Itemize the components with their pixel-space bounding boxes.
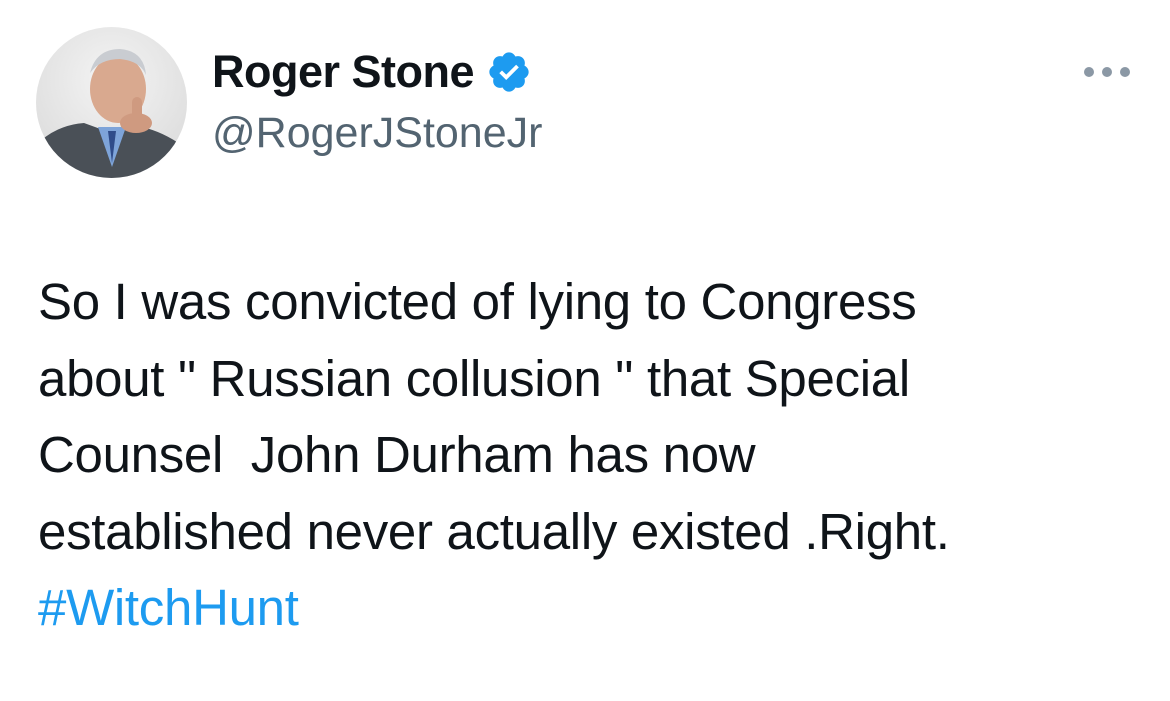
hashtag-link[interactable]: #WitchHunt [38, 570, 1148, 647]
avatar[interactable] [36, 27, 187, 178]
profile-photo-icon [36, 27, 187, 178]
dot [1102, 67, 1112, 77]
dot [1120, 67, 1130, 77]
tweet-card: Roger Stone @RogerJStoneJr So I was conv… [0, 0, 1170, 701]
display-name[interactable]: Roger Stone [212, 46, 475, 98]
author-row: Roger Stone [212, 44, 532, 100]
tweet-text-line: So I was convicted of lying to Congress [38, 273, 917, 330]
dot [1084, 67, 1094, 77]
tweet-text-line: established never actually existed .Righ… [38, 502, 950, 560]
tweet-text-line: Counsel John Durham has now [38, 426, 756, 483]
verified-badge-icon [489, 52, 529, 92]
tweet-text-line: about " Russian collusion " that Special [38, 349, 910, 407]
more-options-icon[interactable] [1084, 60, 1130, 84]
tweet-body: So I was convicted of lying to Congress … [38, 264, 1148, 647]
user-handle[interactable]: @RogerJStoneJr [212, 109, 542, 158]
